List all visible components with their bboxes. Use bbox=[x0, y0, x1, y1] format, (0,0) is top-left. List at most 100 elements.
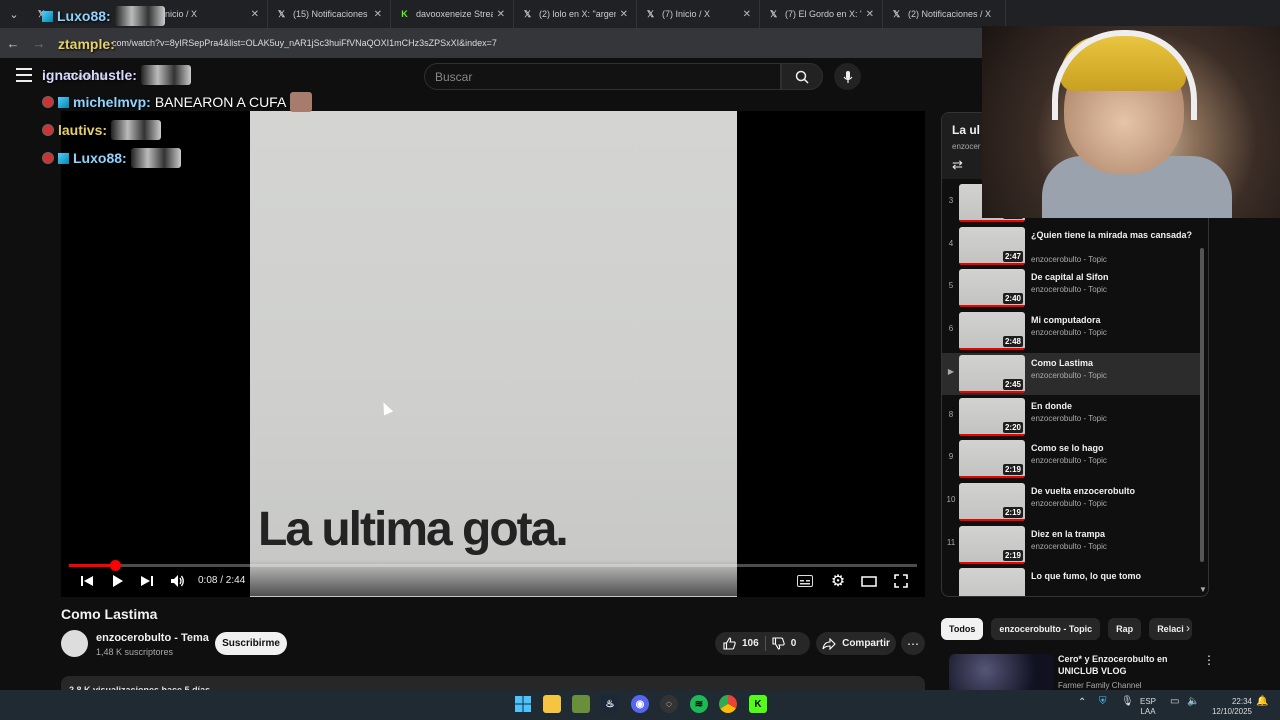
tray-expand-icon[interactable]: ⌃ bbox=[1078, 698, 1086, 708]
settings-button[interactable]: ⚙ bbox=[829, 573, 847, 590]
obs-icon[interactable]: ◌ bbox=[660, 695, 678, 713]
dislike-button[interactable]: 0 bbox=[772, 637, 796, 650]
windows-start-icon[interactable] bbox=[514, 695, 532, 713]
chat-message: ignaciohustle: bbox=[42, 65, 191, 85]
playlist-item-thumbnail[interactable]: 2:40 bbox=[959, 269, 1025, 308]
browser-tab[interactable]: 𝕏 (7) El Gordo en X: "l ✕ bbox=[760, 0, 883, 28]
time-display: 0:08 / 2:44 bbox=[198, 575, 246, 586]
progress-knob[interactable] bbox=[109, 560, 121, 571]
browser-tab[interactable]: 𝕏 (15) Notificaciones / X ✕ bbox=[268, 0, 391, 28]
close-tab-icon[interactable]: ✕ bbox=[620, 9, 628, 20]
discord-icon[interactable]: ◉ bbox=[631, 695, 649, 713]
close-tab-icon[interactable]: ✕ bbox=[374, 9, 382, 20]
playlist-item-thumbnail[interactable]: 2:19 bbox=[959, 525, 1025, 564]
playlist-scrollbar[interactable] bbox=[1200, 248, 1204, 562]
previous-button[interactable] bbox=[80, 573, 94, 589]
next-button[interactable] bbox=[140, 573, 154, 589]
subtitles-button[interactable] bbox=[797, 573, 813, 589]
browser-tab[interactable]: 𝕏 (2) Notificaciones / X bbox=[883, 0, 1006, 28]
recommended-thumbnail[interactable] bbox=[949, 654, 1053, 694]
playlist-item[interactable]: 6 2:48 Mi computadora enzocerobulto - Topic bbox=[942, 310, 1200, 352]
minecraft-icon[interactable] bbox=[572, 695, 590, 713]
channel-avatar[interactable] bbox=[61, 630, 88, 657]
search-icon bbox=[795, 70, 809, 84]
loop-icon[interactable]: ⇄ bbox=[952, 157, 963, 173]
clock[interactable]: 22:34 12/10/2025 bbox=[1206, 697, 1252, 717]
search-input[interactable]: Buscar bbox=[424, 63, 781, 90]
playlist-item-thumbnail[interactable]: 2:19 bbox=[959, 482, 1025, 521]
browser-tab[interactable]: 𝕏 (7) Inicio / X ✕ bbox=[637, 0, 760, 28]
more-actions-button[interactable]: ⋯ bbox=[901, 632, 925, 655]
playlist-item-title[interactable]: ¿Quien tiene la mirada mas cansada? bbox=[1031, 229, 1196, 241]
tab-search-chevron-icon[interactable]: ⌄ bbox=[0, 0, 28, 28]
playlist-owner: enzocer bbox=[952, 142, 981, 151]
playlist-item[interactable]: 5 2:40 De capital al Sifon enzocerobulto - … bbox=[942, 267, 1200, 309]
playlist-item-thumbnail[interactable]: 2:47 bbox=[959, 226, 1025, 265]
chrome-icon[interactable] bbox=[719, 695, 737, 713]
chip-rap[interactable]: Rap bbox=[1108, 618, 1142, 640]
search-button[interactable] bbox=[781, 63, 823, 90]
hamburger-menu-icon[interactable] bbox=[16, 68, 32, 82]
network-icon[interactable]: ▭ bbox=[1170, 697, 1179, 707]
play-button[interactable] bbox=[110, 573, 124, 589]
browser-tab[interactable]: 𝕏 (2) lolo en X: "argent ✕ bbox=[514, 0, 637, 28]
file-explorer-icon[interactable] bbox=[543, 695, 561, 713]
playlist-item-title[interactable]: Diez en la trampa bbox=[1031, 528, 1196, 540]
browser-tab[interactable]: K davooxeneize Stream ✕ bbox=[391, 0, 514, 28]
url-field[interactable]: com/watch?v=8yIRSepPra4&list=OLAK5uy_nAR… bbox=[112, 38, 497, 48]
forward-arrow-icon[interactable]: → bbox=[26, 36, 52, 51]
mod-badge-icon bbox=[42, 96, 54, 108]
chip-all[interactable]: Todos bbox=[941, 618, 984, 640]
security-icon[interactable]: ⛨ bbox=[1099, 697, 1107, 707]
playlist-item-thumbnail[interactable]: 2:19 bbox=[959, 440, 1025, 479]
more-vertical-icon[interactable]: ⋮ bbox=[1203, 653, 1215, 667]
voice-search-button[interactable] bbox=[834, 63, 861, 90]
playlist-item-title[interactable]: Mi computadora bbox=[1031, 314, 1196, 326]
playlist-item-title[interactable]: En donde bbox=[1031, 400, 1196, 412]
notification-bell-icon[interactable]: 🔔 bbox=[1256, 697, 1268, 707]
playlist-title[interactable]: La ul bbox=[952, 123, 980, 137]
playlist-item-thumbnail[interactable]: 2:48 bbox=[959, 312, 1025, 351]
playlist-item[interactable]: 11 2:19 Diez en la trampa enzocerobulto - T… bbox=[942, 524, 1200, 566]
chevron-right-icon[interactable]: › bbox=[1186, 621, 1190, 635]
playlist-item-title[interactable]: Como se lo hago bbox=[1031, 442, 1196, 454]
close-tab-icon[interactable]: ✕ bbox=[251, 9, 259, 20]
close-tab-icon[interactable]: ✕ bbox=[497, 9, 505, 20]
language-indicator[interactable]: ESP LAA bbox=[1140, 697, 1156, 717]
microphone-icon bbox=[843, 70, 852, 83]
back-arrow-icon[interactable]: ← bbox=[0, 36, 26, 51]
microphone-tray-icon[interactable]: 🎙 bbox=[1121, 697, 1134, 707]
steam-icon[interactable]: ♨ bbox=[601, 695, 619, 713]
album-art-title: La ultima gota. bbox=[258, 503, 569, 556]
fullscreen-button[interactable] bbox=[893, 573, 909, 589]
playlist-item-title[interactable]: De vuelta enzocerobulto bbox=[1031, 485, 1196, 497]
playlist-item-thumbnail[interactable] bbox=[959, 568, 1025, 596]
playlist-item[interactable]: 9 2:19 Como se lo hago enzocerobulto - Topi… bbox=[942, 438, 1200, 480]
playlist-item[interactable]: 8 2:20 En donde enzocerobulto - Topic bbox=[942, 396, 1200, 438]
playlist-item[interactable]: 10 2:19 De vuelta enzocerobulto enzocerobul… bbox=[942, 481, 1200, 523]
channel-name[interactable]: enzocerobulto - Tema bbox=[96, 632, 209, 644]
playlist-item-thumbnail[interactable]: 2:45 bbox=[959, 354, 1025, 393]
close-tab-icon[interactable]: ✕ bbox=[866, 9, 874, 20]
spotify-icon[interactable]: ≋ bbox=[690, 695, 708, 713]
progress-bar[interactable] bbox=[69, 560, 917, 571]
close-tab-icon[interactable]: ✕ bbox=[743, 9, 751, 20]
theater-mode-button[interactable] bbox=[860, 573, 878, 589]
playlist-item-title[interactable]: Lo que fumo, lo que tomo bbox=[1031, 570, 1196, 582]
playlist-item-title[interactable]: Como Lastima bbox=[1031, 357, 1196, 369]
playlist-scroll-down-icon[interactable]: ▼ bbox=[1199, 585, 1207, 594]
volume-tray-icon[interactable]: 🔈 bbox=[1187, 697, 1199, 707]
volume-button[interactable] bbox=[170, 573, 186, 589]
kick-icon[interactable]: K bbox=[749, 695, 767, 713]
like-button[interactable]: 106 bbox=[715, 637, 759, 650]
subscribe-button[interactable]: Suscribirme bbox=[215, 632, 287, 655]
subscriber-count: 1,48 K suscriptores bbox=[96, 647, 174, 657]
playlist-item-thumbnail[interactable]: 2:20 bbox=[959, 397, 1025, 436]
share-button[interactable]: Compartir bbox=[816, 632, 896, 655]
playlist-item[interactable]: 4 2:47 ¿Quien tiene la mirada mas cansada?… bbox=[942, 225, 1200, 267]
chip-channel[interactable]: enzocerobulto - Topic bbox=[991, 618, 1101, 640]
playlist-item[interactable]: ▶ 2:45 Como Lastima enzocerobulto - Topic bbox=[942, 352, 1200, 395]
recommended-title[interactable]: Cero* y Enzocerobulto en UNICLUB VLOG bbox=[1058, 653, 1198, 677]
playlist-item[interactable]: Lo que fumo, lo que tomo bbox=[942, 566, 1200, 596]
playlist-item-title[interactable]: De capital al Sifon bbox=[1031, 271, 1196, 283]
